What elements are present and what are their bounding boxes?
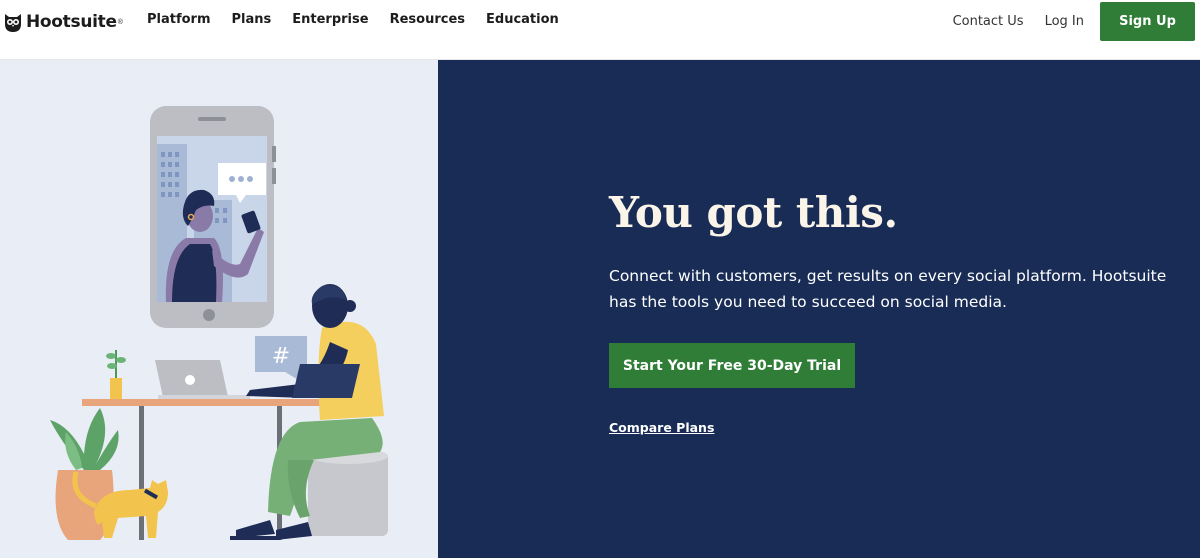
contact-us-link[interactable]: Contact Us — [953, 14, 1024, 29]
hero-subtext: Connect with customers, get results on e… — [609, 267, 1167, 311]
hero-content: You got this. Connect with customers, ge… — [438, 60, 1200, 558]
account-nav: Contact Us Log In Sign Up — [953, 0, 1200, 42]
hero-headline: You got this. — [609, 188, 898, 237]
log-in-link[interactable]: Log In — [1045, 14, 1084, 29]
nav-item-platform[interactable]: Platform — [147, 12, 211, 27]
owl-logo-icon — [5, 14, 21, 32]
logo-text: Hootsuite — [26, 12, 117, 32]
main-nav: Platform Plans Enterprise Resources Educ… — [147, 12, 580, 27]
phone-illustration — [150, 106, 276, 328]
nav-item-education[interactable]: Education — [486, 12, 559, 27]
hero-illustration: # — [50, 106, 388, 540]
logo-registered-mark: ® — [117, 18, 123, 26]
nav-item-plans[interactable]: Plans — [232, 12, 272, 27]
hootsuite-logo[interactable]: Hootsuite ® — [4, 10, 123, 34]
hashtag-symbol: # — [272, 344, 290, 369]
nav-item-resources[interactable]: Resources — [390, 12, 465, 27]
nav-item-enterprise[interactable]: Enterprise — [292, 12, 368, 27]
site-header: Hootsuite ® Platform Plans Enterprise Re… — [0, 0, 1200, 60]
compare-plans-link[interactable]: Compare Plans — [609, 420, 714, 435]
start-free-trial-button[interactable]: Start Your Free 30-Day Trial — [609, 343, 855, 388]
sign-up-button[interactable]: Sign Up — [1100, 1, 1195, 41]
hero-illustration-panel: # — [0, 60, 438, 558]
